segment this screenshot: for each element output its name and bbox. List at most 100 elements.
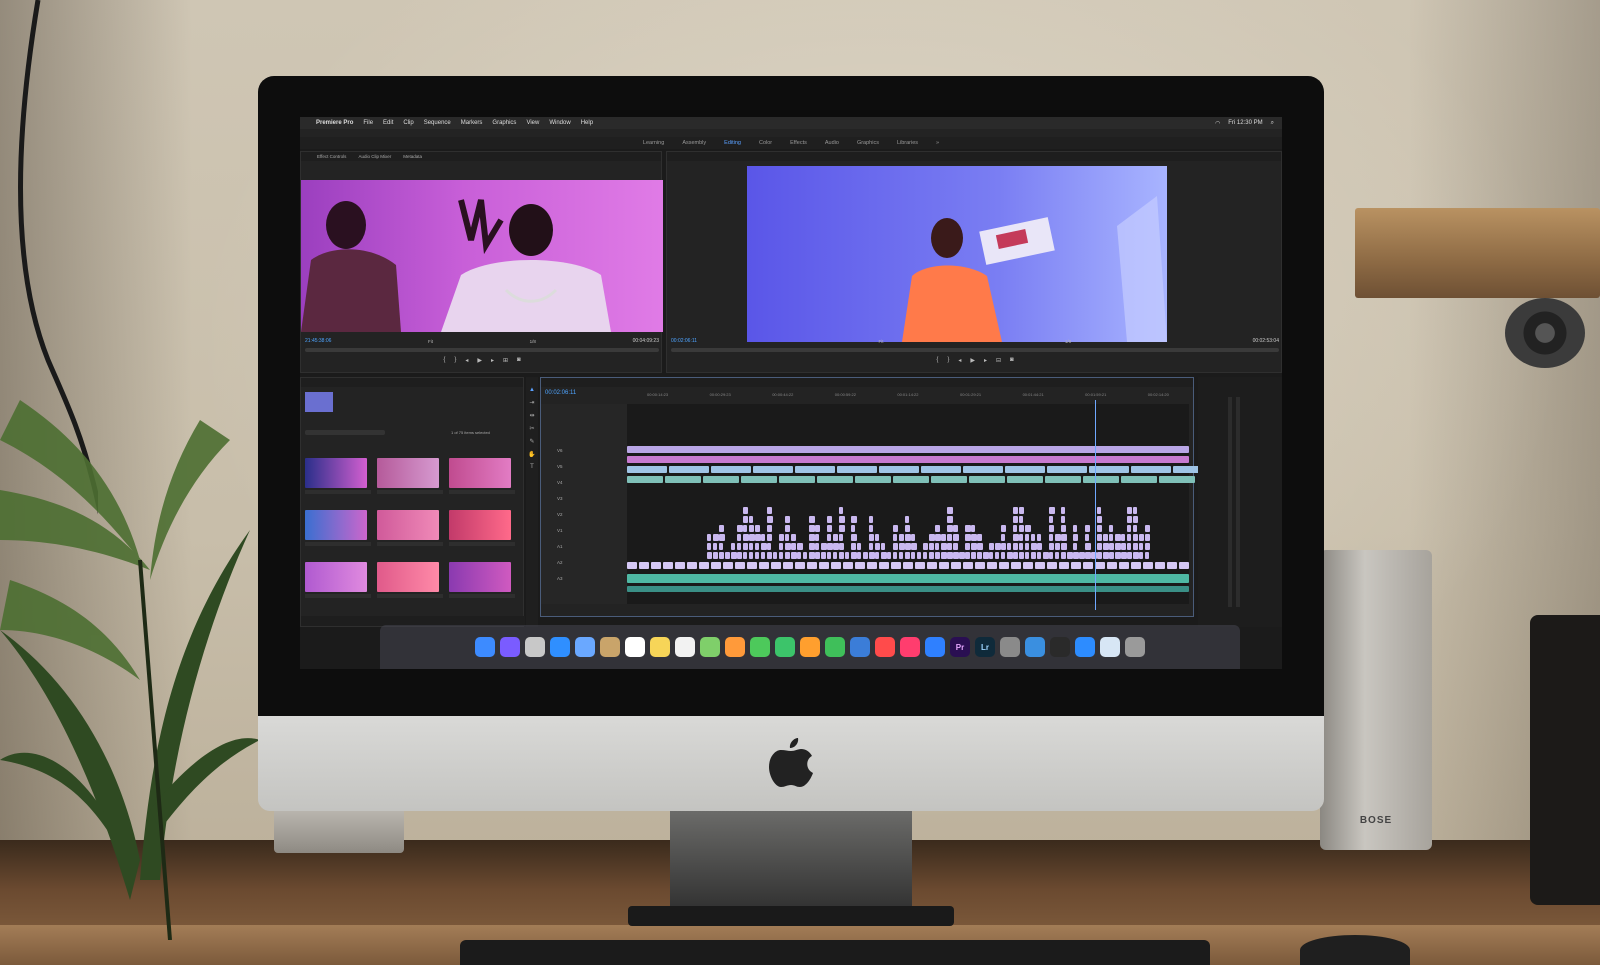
timeline-clip[interactable]: [1109, 552, 1114, 559]
timeline-clip[interactable]: [1037, 534, 1041, 541]
lightroom-icon[interactable]: Lr: [975, 637, 995, 657]
timeline-clip[interactable]: [831, 562, 841, 569]
timeline-clip[interactable]: [963, 466, 1003, 473]
timeline-clip[interactable]: [675, 562, 685, 569]
timeline-clip[interactable]: [627, 562, 637, 569]
timeline-clip[interactable]: [815, 534, 819, 541]
timeline-clip[interactable]: [1145, 525, 1150, 532]
timeline-clip[interactable]: [1025, 525, 1031, 532]
menu-file[interactable]: File: [363, 120, 373, 126]
preview-icon[interactable]: [1100, 637, 1120, 657]
timeline-ruler[interactable]: 00:00:14:23 00:00:29:23 00:00:44:22 00:0…: [627, 392, 1189, 402]
timeline-clip[interactable]: [713, 552, 718, 559]
timeline-clip[interactable]: [743, 507, 748, 514]
timeline-clip[interactable]: [627, 574, 1189, 583]
timeline-clip[interactable]: [627, 476, 663, 483]
app-store-icon[interactable]: [925, 637, 945, 657]
timeline-clip[interactable]: [1007, 543, 1011, 550]
timeline-clip[interactable]: [977, 534, 982, 541]
workspace-audio[interactable]: Audio: [825, 140, 839, 146]
timeline-clip[interactable]: [797, 543, 803, 550]
contacts-icon[interactable]: [600, 637, 620, 657]
timeline-clip[interactable]: [995, 552, 999, 559]
timeline-clip[interactable]: [905, 516, 909, 523]
timeline-clip[interactable]: [665, 476, 701, 483]
timeline-clip[interactable]: [1001, 552, 1005, 559]
timeline-clip[interactable]: [935, 543, 939, 550]
timeline-clip[interactable]: [1139, 552, 1143, 559]
timeline-clip[interactable]: [767, 507, 772, 514]
timeline-clip[interactable]: [767, 516, 773, 523]
timeline-clip[interactable]: [1159, 476, 1195, 483]
menu-sequence[interactable]: Sequence: [424, 120, 451, 126]
reminders-icon[interactable]: [675, 637, 695, 657]
program-scrubber[interactable]: [671, 348, 1279, 352]
timeline-clip[interactable]: [857, 543, 861, 550]
timeline-clip[interactable]: [947, 534, 952, 541]
timeline-clip[interactable]: [753, 466, 793, 473]
timeline-clip[interactable]: [699, 562, 709, 569]
search-icon[interactable]: ⌕: [1271, 120, 1274, 127]
timeline-clip[interactable]: [767, 552, 772, 559]
timeline-clip[interactable]: [863, 552, 868, 559]
timeline-clip[interactable]: [837, 466, 877, 473]
timeline-clip[interactable]: [747, 562, 757, 569]
timeline-clip[interactable]: [1011, 562, 1021, 569]
timeline-clip[interactable]: [899, 552, 903, 559]
timeline-clip[interactable]: [929, 543, 934, 550]
timeline-clip[interactable]: [731, 543, 735, 550]
track-header[interactable]: V6: [541, 448, 627, 458]
timeline-clip[interactable]: [851, 534, 857, 541]
timeline-clip[interactable]: [965, 543, 970, 550]
timeline-clip[interactable]: [843, 562, 853, 569]
timeline-clip[interactable]: [687, 562, 697, 569]
insert-icon[interactable]: ⊞: [503, 357, 508, 364]
timeline-clip[interactable]: [975, 562, 985, 569]
timeline-clip[interactable]: [1001, 543, 1006, 550]
timeline-clip[interactable]: [1097, 552, 1102, 559]
timeline-clip[interactable]: [815, 543, 819, 550]
timeline-clip[interactable]: [911, 543, 917, 550]
timeline-clip[interactable]: [965, 552, 970, 559]
timeline-clip[interactable]: [755, 543, 759, 550]
workspace-assembly[interactable]: Assembly: [682, 140, 706, 146]
timeline-clip[interactable]: [785, 516, 790, 523]
tab-audio-clip-mixer[interactable]: Audio Clip Mixer: [358, 154, 391, 159]
timeline-clip[interactable]: [989, 552, 993, 559]
timeline-clip[interactable]: [735, 562, 745, 569]
timeline-clip[interactable]: [1133, 534, 1138, 541]
timeline-clip[interactable]: [1127, 516, 1132, 523]
timeline-clip[interactable]: [1133, 525, 1137, 532]
timeline-clip[interactable]: [779, 476, 815, 483]
selection-tool-icon[interactable]: ▲: [526, 387, 538, 393]
timeline-clip[interactable]: [1019, 516, 1023, 523]
timeline-clip[interactable]: [719, 552, 724, 559]
timeline-clip[interactable]: [845, 552, 849, 559]
timeline-clip[interactable]: [929, 552, 934, 559]
timeline-clip[interactable]: [1145, 534, 1150, 541]
wifi-icon[interactable]: ◠: [1215, 120, 1220, 127]
timeline-clip[interactable]: [785, 534, 789, 541]
timeline-clip[interactable]: [669, 466, 709, 473]
program-play-icon[interactable]: ▶: [970, 357, 975, 364]
timeline-clip[interactable]: [737, 534, 741, 541]
timeline-clip[interactable]: [1097, 507, 1101, 514]
timeline-clip[interactable]: [969, 476, 1005, 483]
timeline-clip[interactable]: [893, 543, 898, 550]
facetime-icon[interactable]: [775, 637, 795, 657]
timeline-clip[interactable]: [743, 543, 748, 550]
timeline-clip[interactable]: [1001, 525, 1006, 532]
timeline-clip[interactable]: [767, 534, 772, 541]
tab-effect-controls[interactable]: Effect Controls: [317, 154, 346, 159]
timeline-clip[interactable]: [1109, 525, 1113, 532]
timeline-clip[interactable]: [785, 552, 790, 559]
timeline-clip[interactable]: [759, 562, 769, 569]
track-header[interactable]: V1: [541, 528, 627, 538]
timeline-clip[interactable]: [713, 543, 717, 550]
finder-icon[interactable]: [475, 637, 495, 657]
timeline-clip[interactable]: [893, 476, 929, 483]
timeline-clip[interactable]: [911, 552, 915, 559]
timeline-clip[interactable]: [651, 562, 661, 569]
mark-in-icon[interactable]: {: [443, 357, 445, 364]
timeline-clip[interactable]: [1049, 507, 1055, 514]
